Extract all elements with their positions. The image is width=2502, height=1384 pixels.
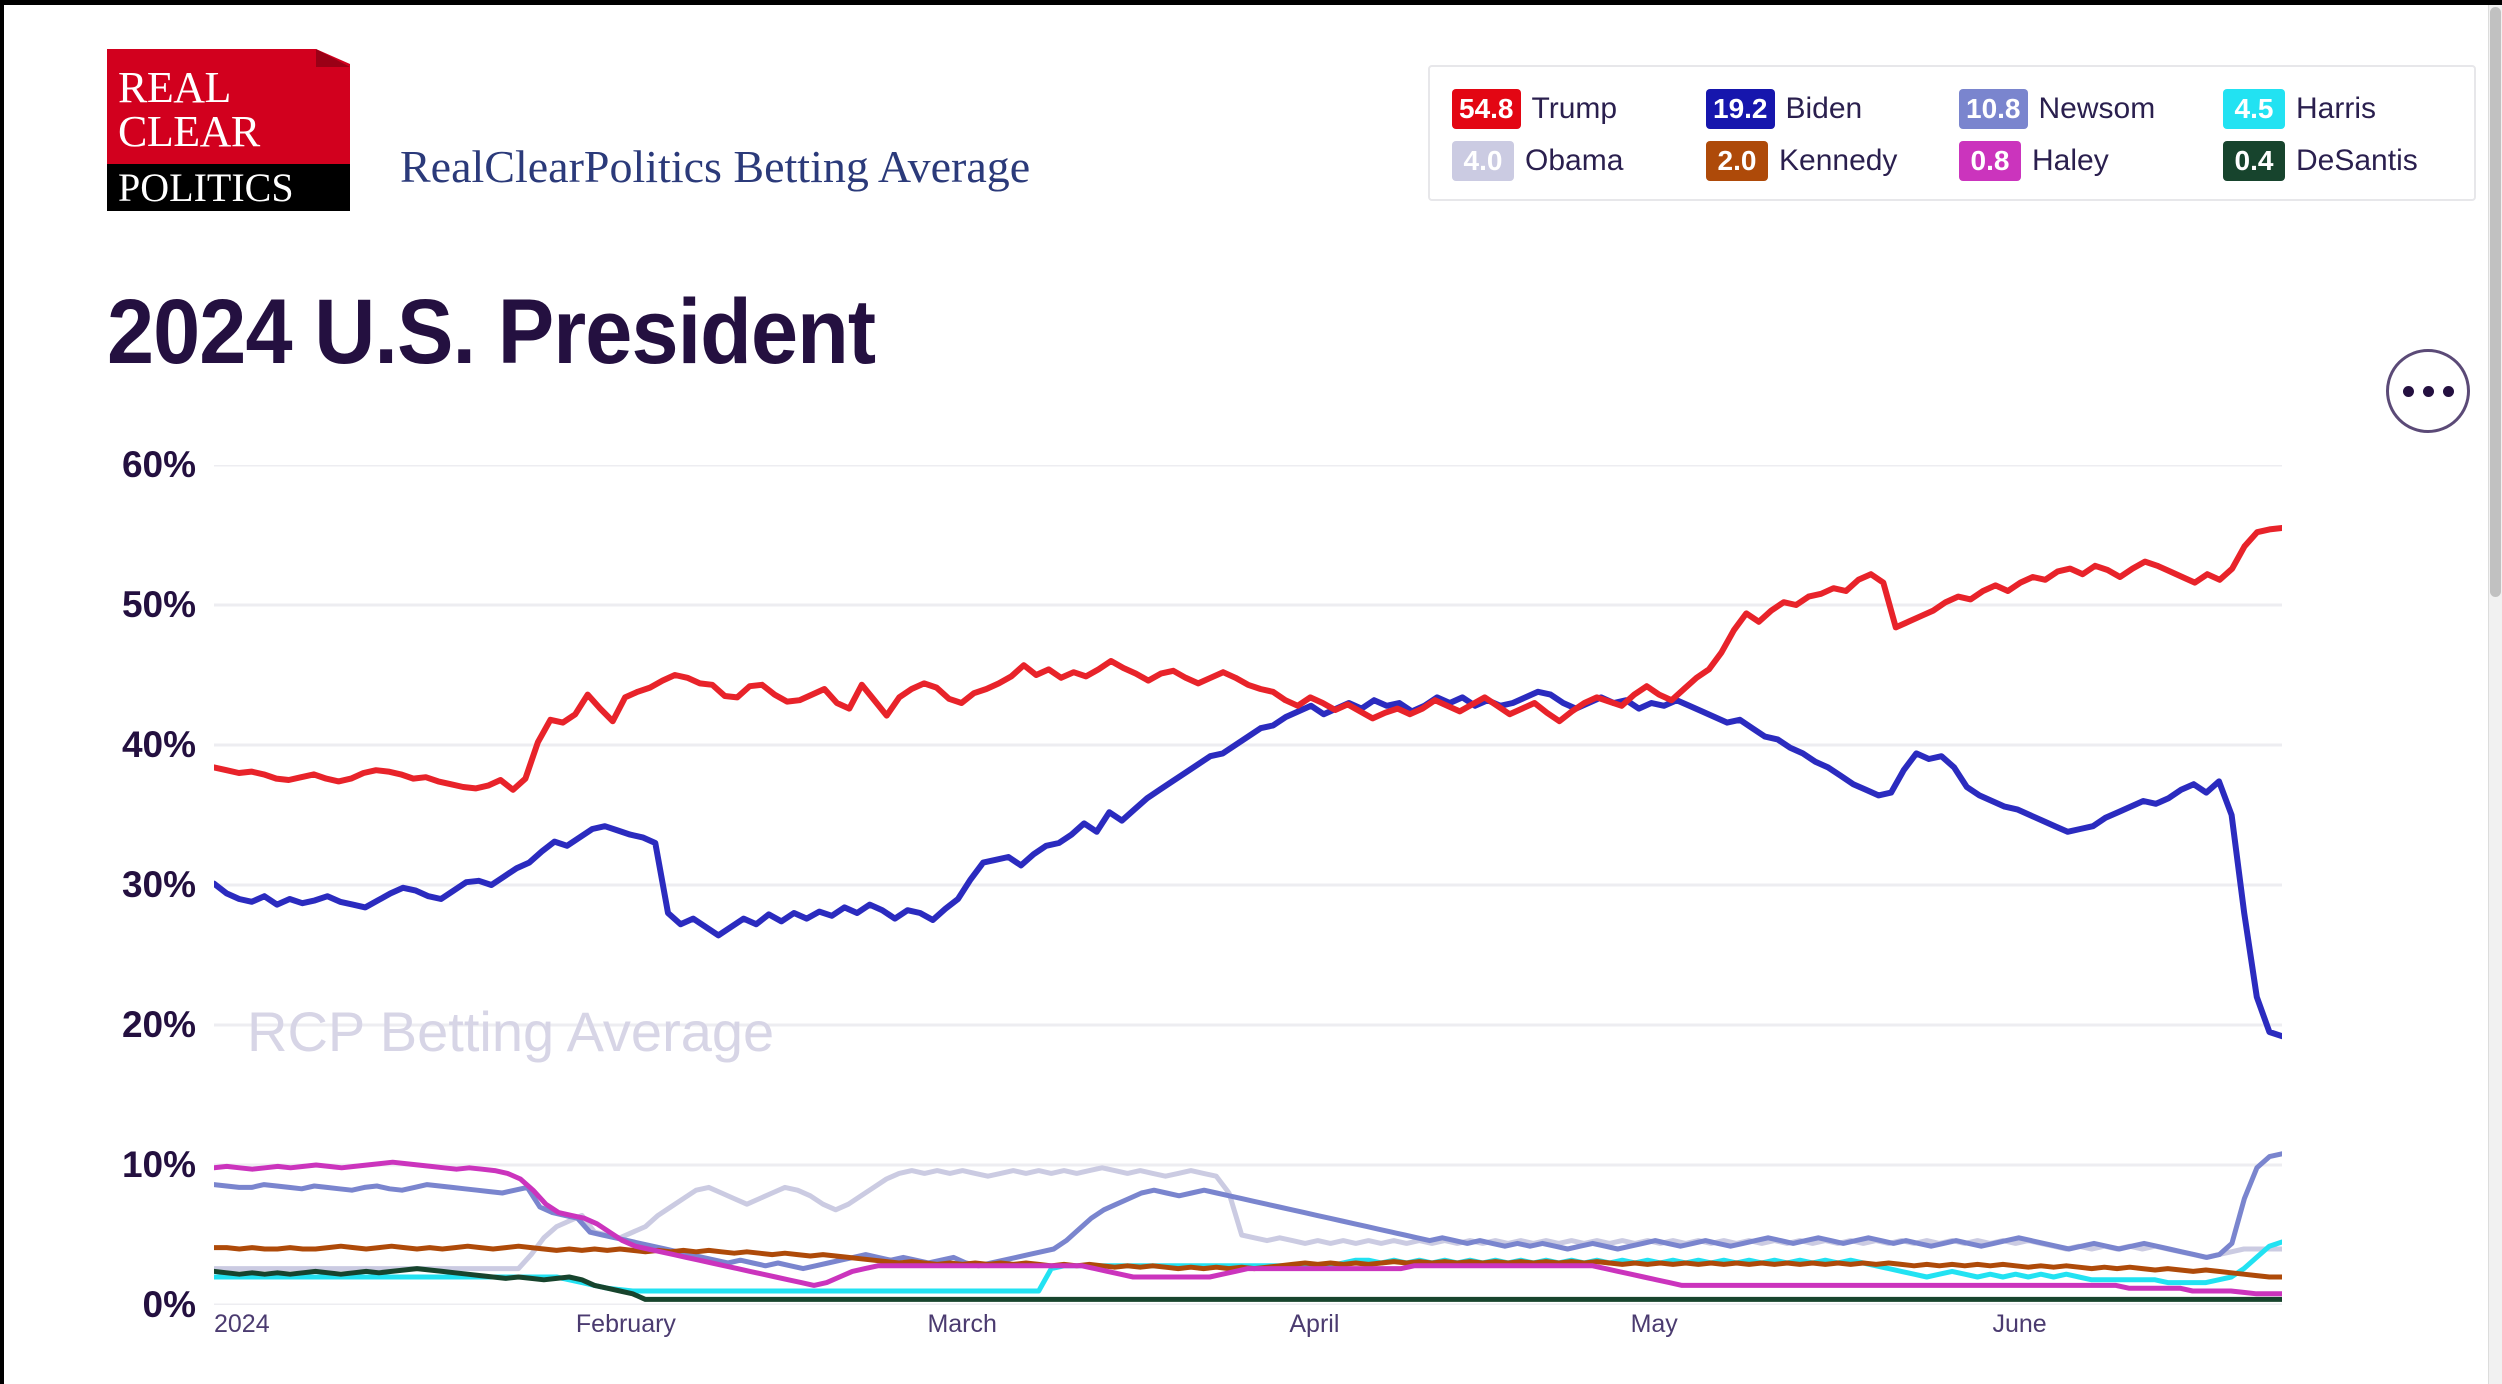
legend-label-biden: Biden bbox=[1785, 92, 1863, 125]
more-options-button[interactable] bbox=[2386, 349, 2470, 433]
page-title: 2024 U.S. President bbox=[107, 281, 876, 383]
legend-badge-obama: 4.0 bbox=[1452, 141, 1514, 181]
legend-badge-trump: 54.8 bbox=[1452, 89, 1521, 129]
chart-container: 0% 10% 20% 30% 40% 50% 60% RCP Betting Average… bbox=[4, 444, 2502, 1384]
legend-label-kennedy: Kennedy bbox=[1779, 144, 1898, 177]
x-tick-march: March bbox=[927, 1310, 997, 1338]
x-tick-april: April bbox=[1289, 1310, 1340, 1338]
y-tick-10: 10% bbox=[121, 1144, 196, 1185]
y-tick-60: 60% bbox=[121, 444, 196, 485]
legend-label-harris: Harris bbox=[2296, 92, 2376, 125]
legend-badge-harris: 4.5 bbox=[2223, 89, 2285, 129]
legend-label-desantis: DeSantis bbox=[2296, 144, 2418, 177]
legend-item-haley[interactable]: 0.8 Haley bbox=[1959, 141, 2223, 181]
plot-area[interactable] bbox=[214, 465, 2282, 1305]
legend-item-harris[interactable]: 4.5 Harris bbox=[2223, 89, 2463, 129]
legend-row-bottom: 4.0 Obama 2.0 Kennedy 0.8 Haley 0.4 DeSa… bbox=[1452, 135, 2474, 187]
series-line-newsom[interactable] bbox=[214, 1154, 2282, 1269]
legend-label-trump: Trump bbox=[1531, 92, 1618, 125]
legend-item-kennedy[interactable]: 2.0 Kennedy bbox=[1706, 141, 1959, 181]
logo-word-real: REAL bbox=[118, 63, 231, 112]
legend-label-obama: Obama bbox=[1525, 144, 1624, 177]
legend-badge-newsom: 10.8 bbox=[1959, 89, 2028, 129]
more-dot-3 bbox=[2442, 385, 2454, 397]
x-tick-february: February bbox=[575, 1310, 676, 1338]
legend-item-newsom[interactable]: 10.8 Newsom bbox=[1959, 89, 2223, 129]
y-tick-20: 20% bbox=[121, 1004, 196, 1045]
legend-item-obama[interactable]: 4.0 Obama bbox=[1452, 141, 1706, 181]
rcp-betting-average-page: REAL CLEAR POLITICS RealClearPolitics Be… bbox=[0, 0, 2502, 1384]
scrollbar-thumb[interactable] bbox=[2490, 7, 2501, 597]
x-tick-may: May bbox=[1630, 1310, 1678, 1338]
x-tick-june: June bbox=[1992, 1310, 2047, 1338]
brand-tagline: RealClearPolitics Betting Average bbox=[400, 141, 1031, 192]
legend-badge-kennedy: 2.0 bbox=[1706, 141, 1768, 181]
logo-word-politics: POLITICS bbox=[118, 165, 294, 210]
y-axis-labels: 0% 10% 20% 30% 40% 50% 60% bbox=[4, 444, 214, 1325]
line-chart-svg[interactable] bbox=[214, 465, 2282, 1305]
legend-label-newsom: Newsom bbox=[2038, 92, 2156, 125]
x-axis-labels: 2024 February March April May June bbox=[214, 1310, 2282, 1370]
y-tick-0: 0% bbox=[142, 1284, 196, 1325]
y-tick-30: 30% bbox=[121, 864, 196, 905]
realclearpolitics-logo[interactable]: REAL CLEAR POLITICS bbox=[107, 49, 350, 211]
page-scrollbar[interactable] bbox=[2488, 5, 2502, 1384]
legend-item-biden[interactable]: 19.2 Biden bbox=[1706, 89, 1959, 129]
series-line-biden[interactable] bbox=[214, 692, 2282, 1036]
page-header: REAL CLEAR POLITICS RealClearPolitics Be… bbox=[4, 5, 2502, 255]
legend-item-desantis[interactable]: 0.4 DeSantis bbox=[2223, 141, 2463, 181]
y-tick-40: 40% bbox=[121, 724, 196, 765]
legend-badge-haley: 0.8 bbox=[1959, 141, 2021, 181]
logo-word-clear: CLEAR bbox=[118, 107, 260, 156]
legend-label-haley: Haley bbox=[2032, 144, 2109, 177]
x-tick-2024: 2024 bbox=[214, 1310, 270, 1338]
y-tick-50: 50% bbox=[121, 584, 196, 625]
more-dot-2 bbox=[2422, 385, 2434, 397]
legend-row-top: 54.8 Trump 19.2 Biden 10.8 Newsom 4.5 Ha… bbox=[1452, 83, 2474, 135]
legend-badge-biden: 19.2 bbox=[1706, 89, 1775, 129]
legend-item-trump[interactable]: 54.8 Trump bbox=[1452, 89, 1706, 129]
more-dot-1 bbox=[2402, 385, 2414, 397]
chart-legend: 54.8 Trump 19.2 Biden 10.8 Newsom 4.5 Ha… bbox=[1428, 65, 2476, 201]
series-line-trump[interactable] bbox=[214, 528, 2282, 790]
legend-badge-desantis: 0.4 bbox=[2223, 141, 2285, 181]
